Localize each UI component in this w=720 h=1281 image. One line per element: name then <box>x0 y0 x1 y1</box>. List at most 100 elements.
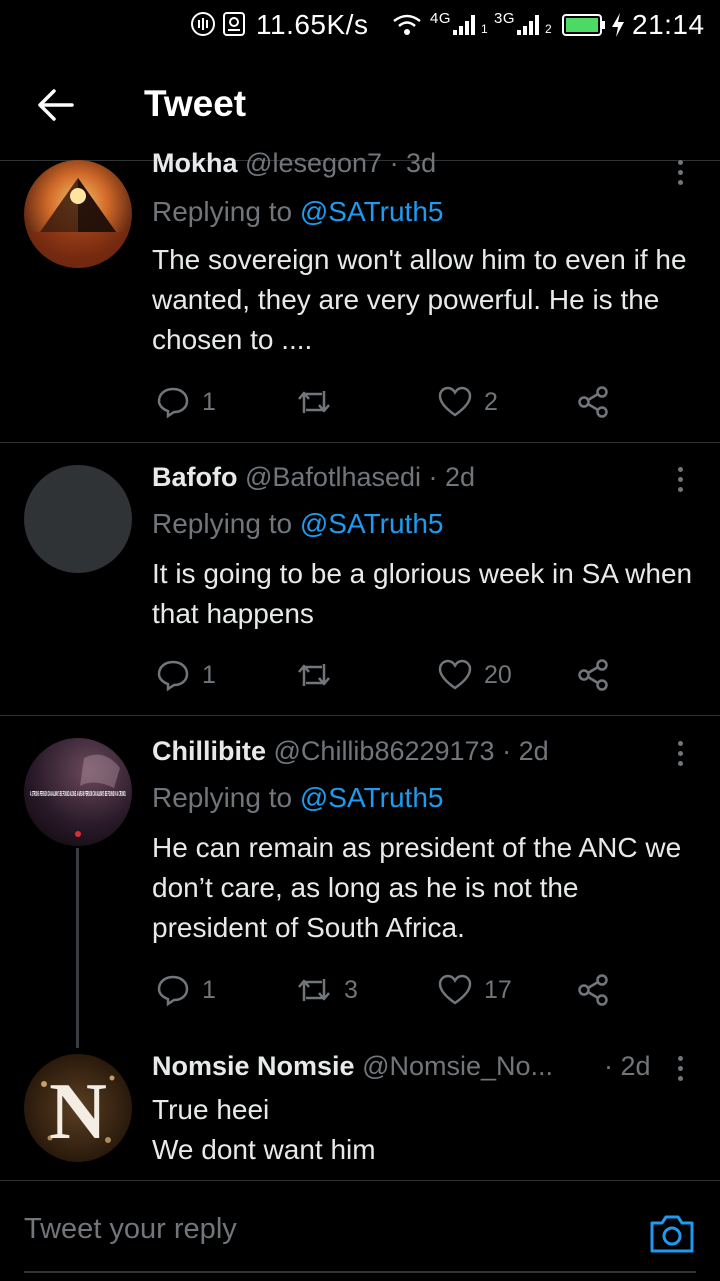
tweet-text-line: We dont want him <box>152 1134 376 1165</box>
status-bar: 11.65K/s 4G 1 3G 2 21:14 <box>0 0 720 50</box>
avatar-letter: N <box>49 1068 107 1156</box>
like-count: 17 <box>484 975 512 1004</box>
reply-icon <box>157 975 189 1007</box>
reply-count: 1 <box>202 387 216 416</box>
reply-button[interactable]: 1 <box>156 970 216 1010</box>
handle[interactable]: @lesegon7 <box>245 148 382 178</box>
tweet-item[interactable]: Bafofo @Bafotlhasedi · 2d Replying to @S… <box>0 443 720 715</box>
signal-icon-1 <box>453 15 475 35</box>
timestamp: · 2d <box>502 736 549 766</box>
signal-icon-2 <box>517 15 539 35</box>
input-underline <box>24 1271 696 1273</box>
battery-icon <box>562 14 605 36</box>
like-button[interactable]: 17 <box>438 970 512 1010</box>
tweet-text: He can remain as president of the ANC we… <box>152 832 682 943</box>
reply-button[interactable]: 1 <box>156 655 216 695</box>
handle[interactable]: @Chillib86229173 <box>274 736 495 766</box>
display-name[interactable]: Nomsie Nomsie <box>152 1051 355 1081</box>
mention-link[interactable]: @SATruth5 <box>300 196 444 227</box>
display-name[interactable]: Bafofo <box>152 462 237 492</box>
reply-icon <box>157 660 189 692</box>
reply-icon <box>157 387 189 419</box>
like-button[interactable]: 2 <box>438 382 498 422</box>
reply-composer: Tweet your reply <box>0 1180 720 1281</box>
retweet-icon <box>298 979 330 1001</box>
replying-label: Replying to <box>152 196 293 227</box>
clock: 21:14 <box>632 9 705 40</box>
tweet-actions: 1 20 <box>152 655 672 695</box>
like-count: 20 <box>484 660 512 689</box>
handle[interactable]: @Nomsie_No... <box>362 1051 553 1081</box>
sim-slot-2: 2 <box>545 22 553 36</box>
network-type-2: 3G <box>494 10 516 27</box>
timestamp: · 2d <box>604 1051 651 1081</box>
tweet-text-line: True heei <box>152 1094 270 1125</box>
replying-label: Replying to <box>152 508 293 539</box>
tweet-actions: 1 3 17 <box>152 970 672 1010</box>
avatar[interactable] <box>24 465 132 573</box>
retweet-button[interactable] <box>296 655 344 695</box>
more-options-button[interactable] <box>666 459 694 499</box>
more-options-button[interactable] <box>666 1048 694 1088</box>
quote-image: A STRONG PERSON CAN ALWAYS BE FOUND ALON… <box>30 754 126 837</box>
pyramid-image <box>24 178 132 268</box>
mention-link[interactable]: @SATruth5 <box>300 782 444 813</box>
reply-button[interactable]: 1 <box>156 382 216 422</box>
tweet-text: It is going to be a glorious week in SA … <box>152 558 693 629</box>
more-options-button[interactable] <box>666 733 694 773</box>
charging-icon <box>612 13 624 37</box>
heart-icon <box>438 974 472 1005</box>
tweet-item[interactable]: N Nomsie Nomsie @Nomsie_No... · 2d True … <box>0 1046 720 1180</box>
display-name[interactable]: Chillibite <box>152 736 266 766</box>
app-header: Tweet <box>0 50 720 161</box>
reply-count: 1 <box>202 660 216 689</box>
wifi-icon <box>393 14 421 35</box>
retweet-button[interactable]: 3 <box>296 970 358 1010</box>
tweet-meta: Mokha @lesegon7 · 3d <box>152 148 436 179</box>
network-speed: 11.65K/s <box>256 9 369 40</box>
share-button[interactable] <box>576 970 610 1010</box>
share-button[interactable] <box>576 655 610 695</box>
tweet-meta: Nomsie Nomsie @Nomsie_No... <box>152 1051 553 1082</box>
avatar[interactable]: N <box>24 1054 132 1162</box>
retweet-button[interactable] <box>296 382 344 422</box>
avatar[interactable] <box>24 160 132 268</box>
share-icon <box>578 386 608 418</box>
mention-link[interactable]: @SATruth5 <box>300 508 444 539</box>
retweet-icon <box>298 664 330 686</box>
replying-to: Replying to @SATruth5 <box>152 508 443 540</box>
replying-label: Replying to <box>152 782 293 813</box>
camera-icon <box>650 1215 694 1253</box>
display-name[interactable]: Mokha <box>152 148 238 178</box>
tweet-text: True heei We dont want him <box>152 1090 700 1170</box>
share-icon <box>578 659 608 691</box>
tweet-meta: Chillibite @Chillib86229173 · 2d <box>152 736 549 767</box>
like-button[interactable]: 20 <box>438 655 512 695</box>
heart-icon <box>438 386 472 417</box>
retweet-count: 3 <box>344 975 358 1004</box>
handle[interactable]: @Bafotlhasedi <box>245 462 421 492</box>
tweet-item[interactable]: A STRONG PERSON CAN ALWAYS BE FOUND ALON… <box>0 716 720 1046</box>
thread-connector <box>76 848 79 1048</box>
record-icon <box>191 12 215 36</box>
retweet-icon <box>298 391 330 413</box>
like-count: 2 <box>484 387 498 416</box>
network-type-1: 4G <box>430 10 452 27</box>
tweet-item[interactable]: Mokha @lesegon7 · 3d Replying to @SATrut… <box>0 148 720 442</box>
more-options-button[interactable] <box>666 152 694 192</box>
replying-to: Replying to @SATruth5 <box>152 782 443 814</box>
share-button[interactable] <box>576 382 610 422</box>
sim-icon <box>223 12 245 36</box>
avatar[interactable]: A STRONG PERSON CAN ALWAYS BE FOUND ALON… <box>24 738 132 846</box>
tweet-text: The sovereign won't allow him to even if… <box>152 244 687 355</box>
reply-input[interactable]: Tweet your reply <box>24 1213 237 1246</box>
tweet-meta: Bafofo @Bafotlhasedi · 2d <box>152 462 475 493</box>
arrow-left-icon <box>38 89 74 121</box>
back-button[interactable] <box>28 80 84 130</box>
timestamp: · 2d <box>428 462 476 492</box>
camera-button[interactable] <box>648 1211 696 1255</box>
sim-slot-1: 1 <box>481 22 489 36</box>
share-icon <box>578 974 608 1006</box>
timestamp: · 3d <box>389 148 437 178</box>
page-title: Tweet <box>144 83 247 124</box>
